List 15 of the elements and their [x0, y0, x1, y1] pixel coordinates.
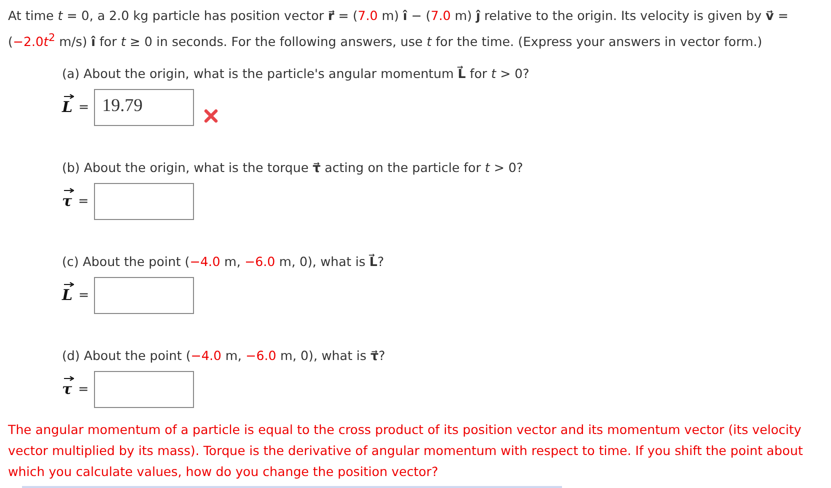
cross-icon: [204, 109, 218, 124]
question-text: (d) About the point (−4.0 m, −6.0 m, 0), what is τ⃗?: [62, 347, 386, 366]
problem-statement: At time t = 0, a 2.0 kg particle has position vector r⃗ = (7.0 m) î − (7.0 m) ĵ relative to the origin. Its velocity is given by v⃗ = (−2.0t$^{2}$ m/s) î for t ≥ 0 in seconds. For the following answers, use t for the time. (Express your answers in vector form.): [8, 7, 790, 52]
answer-field[interactable]: [94, 183, 194, 220]
question-text: (c) About the point (−4.0 m, −6.0 m, 0), what is L⃗?: [62, 253, 386, 272]
answer-field[interactable]: 19.79: [94, 89, 194, 126]
answer-field[interactable]: [94, 371, 194, 408]
hint-text: The angular momentum of a particle is equal to the cross product of its position vector and its momentum vector (its velocity vector multiplied by its mass). Torque is the derivative of angular momentum with respect to time. If you shift the point about which you calculate values, how do you change the position vector?: [8, 421, 804, 482]
question-text: (a) About the origin, what is the particle's angular momentum L⃗ for t > 0?: [62, 65, 530, 84]
equals-sign: =: [78, 193, 89, 208]
equals-sign: =: [78, 381, 89, 396]
equals-sign: =: [78, 287, 90, 302]
equals-sign: =: [78, 99, 90, 114]
question-text: (b) About the origin, what is the torque τ⃗ acting on the particle for t > 0?: [62, 159, 524, 178]
answer-field[interactable]: [94, 277, 194, 314]
